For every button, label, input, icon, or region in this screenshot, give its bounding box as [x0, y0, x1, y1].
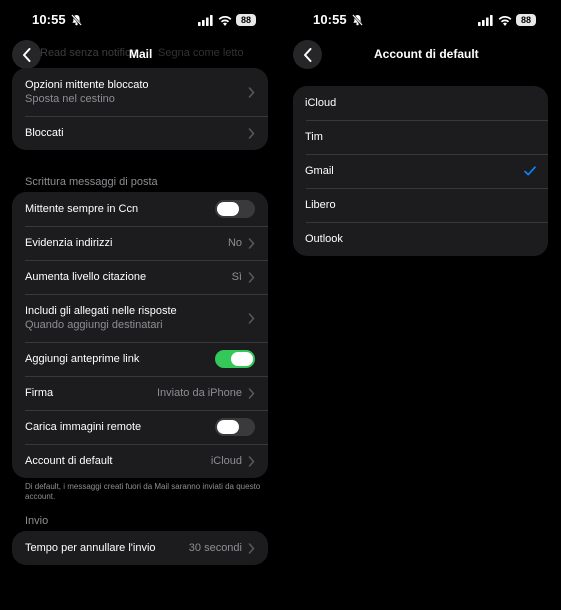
signature-row[interactable]: Firma Inviato da iPhone [12, 376, 268, 410]
row-label: Bloccati [25, 127, 64, 139]
account-label: Gmail [305, 165, 334, 177]
bell-slash-icon [352, 14, 363, 26]
row-value: iCloud [210, 455, 242, 467]
load-remote-images-toggle[interactable] [215, 418, 255, 436]
undo-send-delay-row[interactable]: Tempo per annullare l'invio 30 secondi [12, 531, 268, 565]
checkmark-icon [524, 166, 536, 176]
disclosure-chevron-icon [248, 387, 255, 399]
account-option-gmail[interactable]: Gmail [293, 154, 548, 188]
row-label: Aggiungi anteprime link [25, 353, 140, 365]
row-value: Inviato da iPhone [156, 387, 242, 399]
row-label: Account di default [25, 455, 113, 467]
battery-icon: 88 [516, 14, 536, 26]
scrolled-row-label: Read senza notifica [40, 47, 137, 59]
mail-settings-screen: 10:55 88 Read senza notifica Segna come … [0, 0, 281, 610]
page-title: Account di default [374, 47, 479, 61]
mark-addresses-row[interactable]: Evidenzia indirizzi No [12, 226, 268, 260]
back-chevron-icon [23, 47, 31, 62]
section-header-compose: Scrittura messaggi di posta [25, 176, 158, 188]
disclosure-chevron-icon [248, 127, 255, 139]
wifi-icon [498, 16, 512, 26]
cellular-signal-icon [478, 15, 493, 26]
disclosure-chevron-icon [248, 86, 255, 98]
row-label: Carica immagini remote [25, 421, 142, 433]
row-value: 30 secondi [188, 542, 242, 554]
compose-settings-group: Mittente sempre in Ccn Evidenzia indiriz… [12, 192, 268, 478]
back-chevron-icon [304, 47, 312, 62]
row-label: Opzioni mittente bloccato [25, 79, 149, 91]
link-previews-row: Aggiungi anteprime link [12, 342, 268, 376]
disclosure-chevron-icon [248, 455, 255, 467]
send-settings-group: Tempo per annullare l'invio 30 secondi [12, 531, 268, 565]
load-remote-images-row: Carica immagini remote [12, 410, 268, 444]
row-label: Tempo per annullare l'invio [25, 542, 156, 554]
default-account-row[interactable]: Account di default iCloud [12, 444, 268, 478]
toggle-knob [217, 420, 239, 434]
disclosure-chevron-icon [248, 542, 255, 554]
battery-icon: 88 [236, 14, 256, 26]
always-bcc-toggle[interactable] [215, 200, 255, 218]
back-button[interactable] [293, 40, 322, 69]
row-label: Evidenzia indirizzi [25, 237, 113, 249]
link-previews-toggle[interactable] [215, 350, 255, 368]
row-value: No [227, 237, 242, 249]
status-bar: 10:55 88 [281, 12, 561, 30]
always-bcc-row: Mittente sempre in Ccn [12, 192, 268, 226]
row-sublabel: Quando aggiungi destinatari [25, 319, 163, 331]
row-value: Sì [231, 271, 242, 283]
account-label: iCloud [305, 97, 337, 109]
disclosure-chevron-icon [248, 312, 255, 324]
page-title: Mail [129, 47, 153, 61]
disclosure-chevron-icon [248, 271, 255, 283]
account-label: Outlook [305, 233, 343, 245]
section-header-send: Invio [25, 515, 49, 527]
status-bar: 10:55 88 [0, 12, 281, 30]
scrolled-row-value: Segna come letto [158, 47, 244, 59]
cellular-signal-icon [198, 15, 213, 26]
status-time: 10:55 [313, 12, 347, 27]
account-option-icloud[interactable]: iCloud [293, 86, 548, 120]
increase-quote-level-row[interactable]: Aumenta livello citazione Sì [12, 260, 268, 294]
back-button[interactable] [12, 40, 41, 69]
account-option-libero[interactable]: Libero [293, 188, 548, 222]
include-attachments-row[interactable]: Includi gli allegati nelle risposte Quan… [12, 294, 268, 342]
row-label: Mittente sempre in Ccn [25, 203, 139, 215]
disclosure-chevron-icon [248, 237, 255, 249]
row-sublabel: Sposta nel cestino [25, 93, 115, 105]
row-label: Firma [25, 387, 54, 399]
blocked-settings-group: Opzioni mittente bloccato Sposta nel ces… [12, 68, 268, 150]
toggle-knob [231, 352, 253, 366]
account-label: Tim [305, 131, 323, 143]
bell-slash-icon [71, 14, 82, 26]
account-list: iCloud Tim Gmail Libero Outlook [293, 86, 548, 256]
status-time: 10:55 [32, 12, 66, 27]
row-label: Aumenta livello citazione [25, 271, 147, 283]
blocked-row[interactable]: Bloccati [12, 116, 268, 150]
account-option-tim[interactable]: Tim [293, 120, 548, 154]
account-option-outlook[interactable]: Outlook [293, 222, 548, 256]
row-label: Includi gli allegati nelle risposte [25, 305, 177, 317]
default-account-footnote: Di default, i messaggi creati fuori da M… [25, 482, 261, 501]
account-label: Libero [305, 199, 336, 211]
blocked-sender-options-row[interactable]: Opzioni mittente bloccato Sposta nel ces… [12, 68, 268, 116]
toggle-knob [217, 202, 239, 216]
wifi-icon [218, 16, 232, 26]
